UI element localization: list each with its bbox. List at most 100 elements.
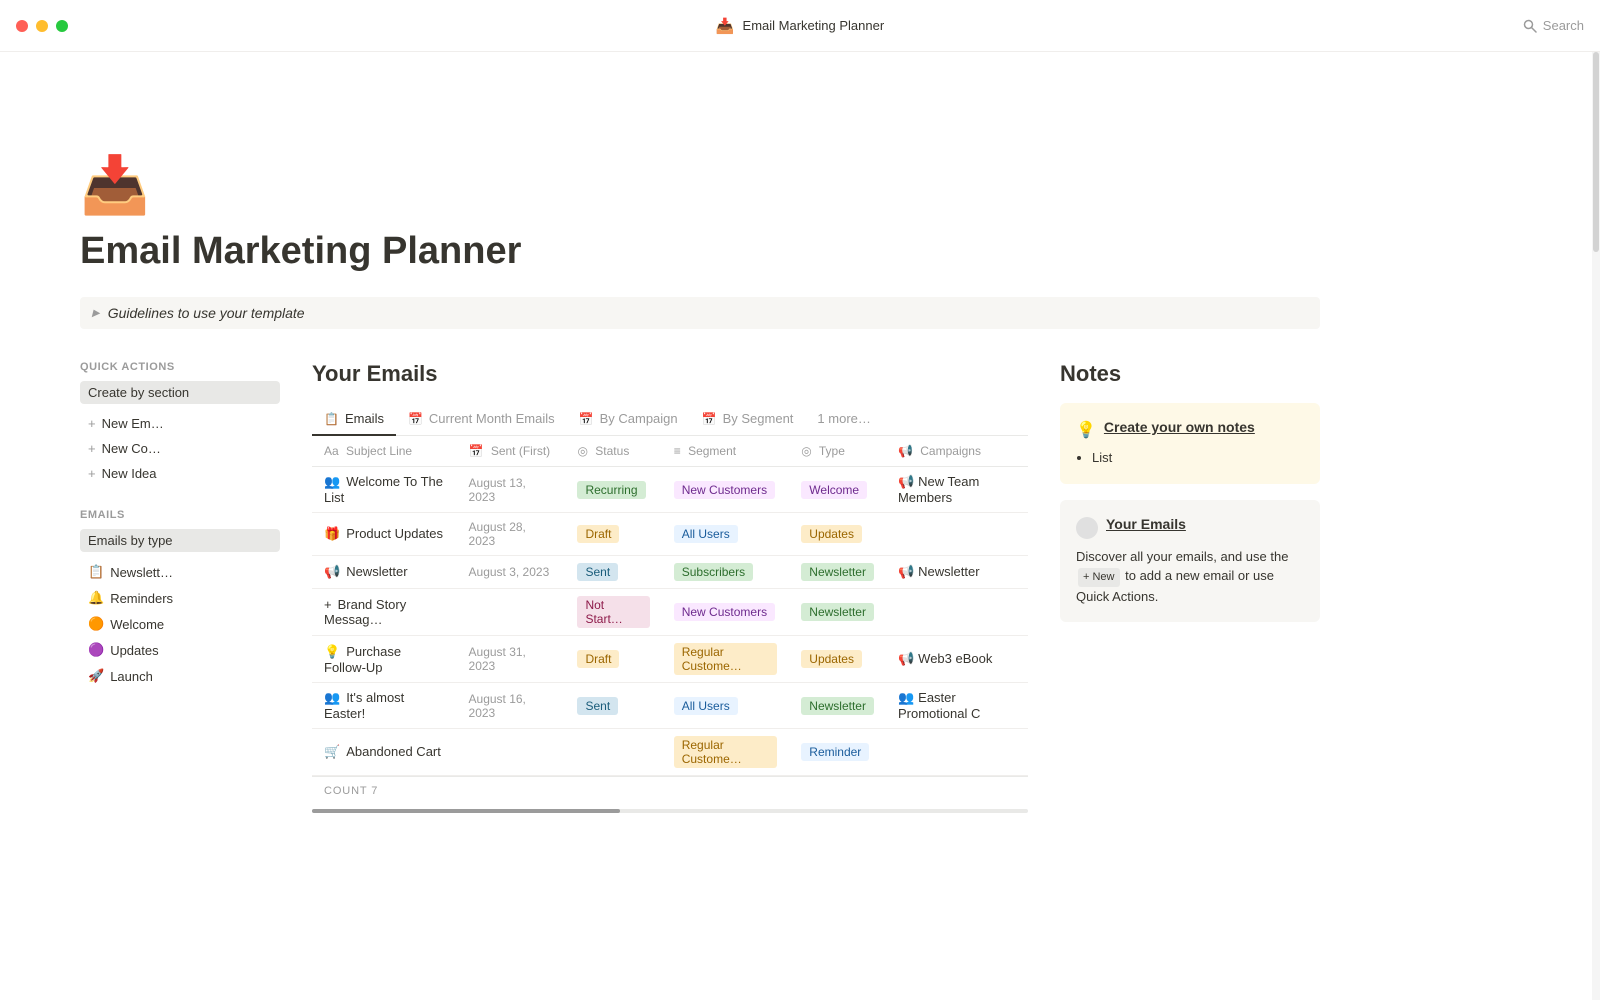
type-badge: Newsletter — [801, 697, 874, 715]
new-co-action[interactable]: + New Co… — [80, 437, 280, 460]
type-badge: Updates — [801, 650, 862, 668]
table-row[interactable]: 👥It's almost Easter!August 16, 2023SentA… — [312, 683, 1028, 729]
updates-icon: 🟣 — [88, 642, 104, 658]
row-icon: 🛒 — [324, 744, 340, 759]
cell-status-5: Sent — [565, 683, 661, 729]
sidebar-item-reminders[interactable]: 🔔 Reminders — [80, 586, 280, 610]
tab-by-segment-icon: 📅 — [702, 412, 717, 426]
note-create-title[interactable]: Create your own notes — [1104, 419, 1255, 435]
col-sent[interactable]: 📅 Sent (First) — [457, 436, 566, 467]
launch-icon: 🚀 — [88, 668, 104, 684]
tab-current-month[interactable]: 📅 Current Month Emails — [396, 403, 567, 436]
cell-sent-1: August 28, 2023 — [457, 513, 566, 556]
notes-title: Notes — [1060, 361, 1320, 387]
table-row[interactable]: 👥Welcome To The ListAugust 13, 2023 Recur… — [312, 467, 1028, 513]
status-badge: Recurring — [577, 481, 645, 499]
tab-current-month-icon: 📅 — [408, 412, 423, 426]
tab-emails[interactable]: 📋 Emails — [312, 403, 396, 436]
emails-sidebar-section: Emails Emails by type 📋 Newslett… 🔔 Remi… — [80, 509, 280, 688]
col-sent-icon: 📅 — [469, 444, 484, 458]
new-idea-action[interactable]: + New Idea — [80, 462, 280, 485]
plus-icon-3: + — [88, 466, 96, 481]
search-label: Search — [1543, 18, 1584, 33]
note-new-badge: + New — [1078, 568, 1120, 587]
col-subject-line[interactable]: Aa Subject Line — [312, 436, 457, 467]
segment-badge: New Customers — [674, 603, 775, 621]
table-row[interactable]: 📢NewsletterAugust 3, 2023SentSubscribers… — [312, 556, 1028, 589]
cell-sent-4: August 31, 2023 — [457, 636, 566, 683]
cell-subject-2[interactable]: 📢Newsletter — [312, 556, 457, 589]
cell-campaign-1 — [886, 513, 1028, 556]
status-badge: Not Start… — [577, 596, 649, 628]
table-row[interactable]: 🎁Product UpdatesAugust 28, 2023DraftAll … — [312, 513, 1028, 556]
cell-subject-0[interactable]: 👥Welcome To The List — [312, 467, 457, 513]
tab-current-month-label: Current Month Emails — [429, 411, 555, 426]
cell-subject-6[interactable]: 🛒Abandoned Cart — [312, 729, 457, 776]
minimize-button[interactable] — [36, 20, 48, 32]
status-badge: Sent — [577, 697, 618, 715]
cell-segment-0: New Customers — [662, 467, 790, 513]
welcome-icon: 🟠 — [88, 616, 104, 632]
emails-by-type-btn[interactable]: Emails by type — [80, 529, 280, 552]
quick-actions-title: Quick Actions — [80, 361, 280, 373]
campaign-icon: 👥 — [898, 690, 914, 705]
cell-segment-2: Subscribers — [662, 556, 790, 589]
count-label: COUNT — [324, 785, 367, 797]
emails-tabs: 📋 Emails 📅 Current Month Emails 📅 By Cam… — [312, 403, 1028, 436]
cell-status-1: Draft — [565, 513, 661, 556]
sidebar-item-newsletter[interactable]: 📋 Newslett… — [80, 560, 280, 584]
cell-subject-4[interactable]: 💡Purchase Follow-Up — [312, 636, 457, 683]
tab-by-campaign-label: By Campaign — [600, 411, 678, 426]
search-button[interactable]: Search — [1523, 18, 1584, 33]
table-row[interactable]: 💡Purchase Follow-UpAugust 31, 2023 Draft R… — [312, 636, 1028, 683]
col-status[interactable]: ◎ Status — [565, 436, 661, 467]
sidebar-item-launch[interactable]: 🚀 Launch — [80, 664, 280, 688]
scrollbar[interactable] — [1592, 0, 1600, 1000]
note-card-create: 💡 Create your own notes List — [1060, 403, 1320, 484]
type-badge: Welcome — [801, 481, 867, 499]
note-create-body: List — [1076, 448, 1304, 468]
newsletter-label: Newslett… — [110, 565, 173, 580]
col-type[interactable]: ◎ Type — [789, 436, 886, 467]
cell-subject-1[interactable]: 🎁Product Updates — [312, 513, 457, 556]
scroll-indicator[interactable] — [312, 809, 1028, 813]
tab-emails-label: Emails — [345, 411, 384, 426]
tab-by-segment[interactable]: 📅 By Segment — [690, 403, 806, 436]
cell-sent-6 — [457, 729, 566, 776]
cell-status-6 — [565, 729, 661, 776]
tab-by-campaign[interactable]: 📅 By Campaign — [567, 403, 690, 436]
segment-badge: Regular Custome… — [674, 643, 778, 675]
type-badge: Reminder — [801, 743, 869, 761]
emails-sidebar-title: Emails — [80, 509, 280, 521]
col-subject-icon: Aa — [324, 444, 339, 458]
guidelines-toggle[interactable]: ▶ Guidelines to use your template — [80, 297, 1320, 329]
maximize-button[interactable] — [56, 20, 68, 32]
cell-subject-3[interactable]: +Brand Story Messag… — [312, 589, 457, 636]
sidebar-item-updates[interactable]: 🟣 Updates — [80, 638, 280, 662]
scrollbar-thumb[interactable] — [1593, 52, 1599, 252]
table-row[interactable]: 🛒Abandoned CartRegular Custome…Reminder — [312, 729, 1028, 776]
col-campaigns-icon: 📢 — [898, 444, 913, 458]
tab-more[interactable]: 1 more… — [805, 403, 882, 436]
note-emails-title[interactable]: Your Emails — [1106, 516, 1186, 532]
close-button[interactable] — [16, 20, 28, 32]
row-icon: 💡 — [324, 644, 340, 659]
cell-segment-5: All Users — [662, 683, 790, 729]
emails-table-wrapper: Aa Subject Line 📅 Sent (First) ◎ Status — [312, 436, 1028, 813]
sidebar-item-welcome[interactable]: 🟠 Welcome — [80, 612, 280, 636]
col-segment-icon: ≡ — [674, 444, 681, 458]
count-value: 7 — [371, 785, 378, 797]
new-email-action[interactable]: + New Em… — [80, 412, 280, 435]
note-create-list-item: List — [1092, 448, 1304, 468]
col-segment[interactable]: ≡ Segment — [662, 436, 790, 467]
table-row[interactable]: +Brand Story Messag… Not Start… New Custom… — [312, 589, 1028, 636]
cell-segment-1: All Users — [662, 513, 790, 556]
cell-sent-0: August 13, 2023 — [457, 467, 566, 513]
tab-more-label: 1 more… — [817, 411, 870, 426]
reminders-icon: 🔔 — [88, 590, 104, 606]
cell-type-1: Updates — [789, 513, 886, 556]
col-campaigns[interactable]: 📢 Campaigns — [886, 436, 1028, 467]
cell-subject-5[interactable]: 👥It's almost Easter! — [312, 683, 457, 729]
create-by-section-btn[interactable]: Create by section — [80, 381, 280, 404]
status-badge: Draft — [577, 650, 619, 668]
